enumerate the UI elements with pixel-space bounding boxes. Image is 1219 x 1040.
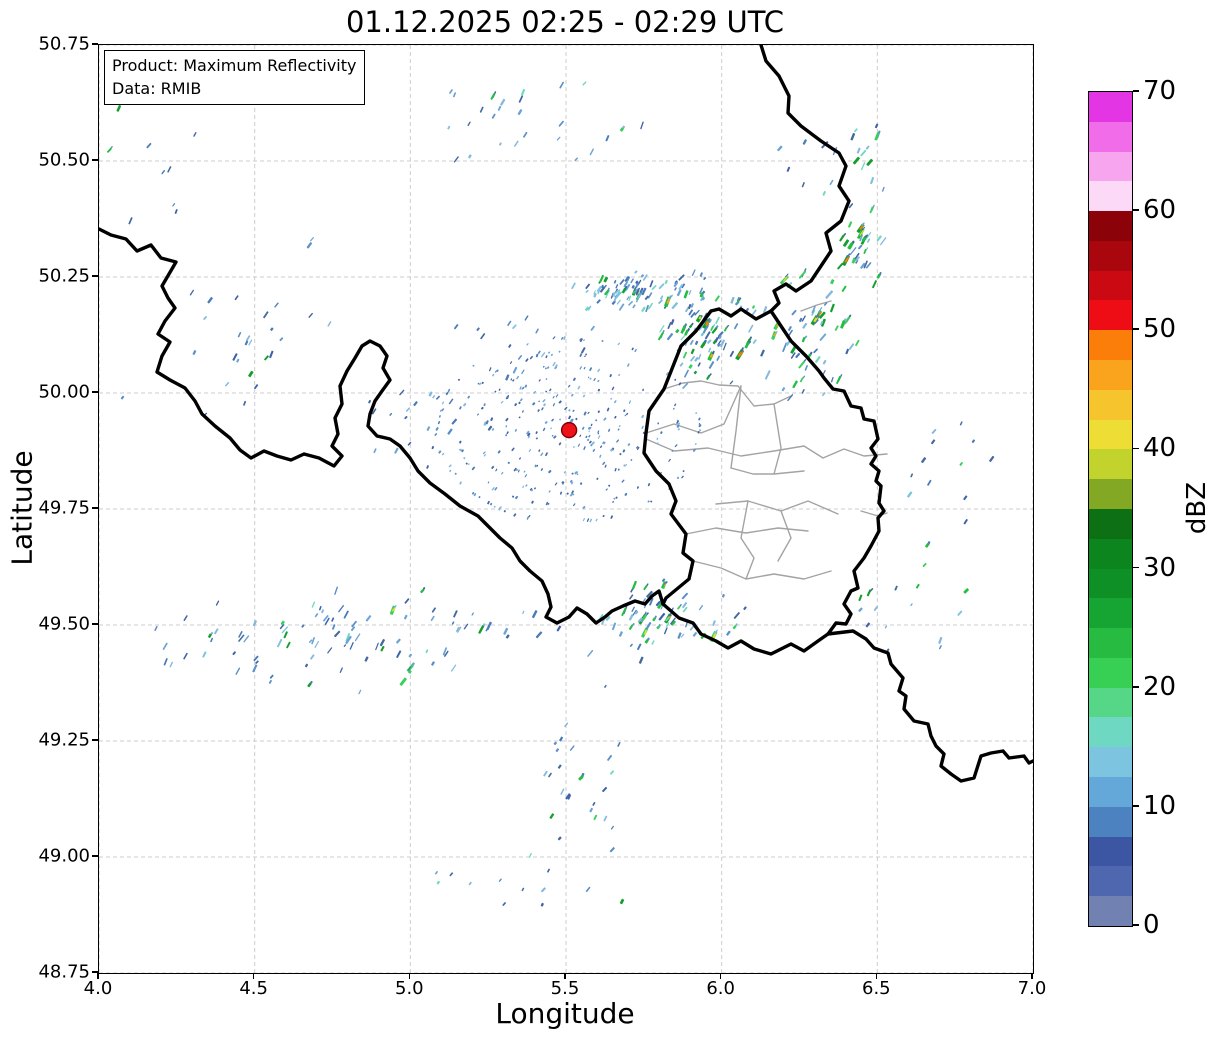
colorbar-tick-mark — [1133, 685, 1139, 688]
colorbar-tick-label: 0 — [1143, 910, 1160, 940]
colorbar-tick-label: 50 — [1143, 314, 1177, 345]
y-tick-label: 49.75 — [38, 497, 90, 519]
colorbar-segment — [1089, 568, 1132, 599]
colorbar-tick-label: 20 — [1143, 671, 1177, 702]
y-tick-label: 49.00 — [38, 845, 90, 867]
colorbar-segment — [1089, 806, 1132, 837]
colorbar-tick-label: 30 — [1143, 552, 1177, 583]
colorbar-segment — [1089, 538, 1132, 569]
colorbar-segment — [1089, 657, 1132, 688]
colorbar-tick-mark — [1133, 209, 1139, 211]
colorbar-label: dBZ — [1182, 481, 1212, 535]
colorbar-tick-mark — [1133, 924, 1139, 926]
colorbar-tick-label: 10 — [1143, 790, 1177, 821]
x-axis-label: Longitude — [495, 997, 635, 1030]
colorbar-tick-mark — [1133, 447, 1139, 450]
colorbar-segment — [1089, 866, 1132, 897]
x-tick-label: 6.5 — [862, 978, 891, 999]
data-source-line: Data: RMIB — [112, 79, 202, 99]
product-info-line: Product: Maximum Reflectivity — [112, 56, 357, 75]
colorbar-segment — [1089, 300, 1132, 331]
radar-map-canvas — [99, 45, 1033, 973]
colorbar-segment — [1089, 628, 1132, 658]
colorbar-segment — [1089, 508, 1132, 539]
y-tick-mark — [92, 507, 98, 509]
radar-figure: 01.12.2025 02:25 - 02:29 UTC Product: Ma… — [0, 0, 1219, 1040]
colorbar-segment — [1089, 836, 1132, 867]
figure-title: 01.12.2025 02:25 - 02:29 UTC — [345, 5, 785, 39]
colorbar-tick-mark — [1133, 805, 1139, 807]
colorbar-segment — [1089, 330, 1132, 361]
colorbar-segment — [1089, 449, 1132, 480]
colorbar-tick-label: 70 — [1143, 76, 1177, 106]
x-tick-label: 5.5 — [550, 978, 580, 999]
colorbar-tick-label: 40 — [1143, 433, 1177, 464]
y-tick-mark — [92, 739, 98, 741]
colorbar-segment — [1089, 270, 1132, 301]
colorbar-segment — [1089, 747, 1132, 777]
colorbar-segment — [1089, 479, 1132, 509]
colorbar-segment — [1089, 211, 1132, 241]
y-tick-mark — [92, 855, 98, 857]
radar-echoes — [106, 72, 995, 907]
colorbar — [1088, 91, 1133, 927]
y-tick-label: 49.50 — [38, 613, 90, 635]
colorbar-tick-mark — [1133, 566, 1139, 569]
colorbar-segment — [1089, 92, 1132, 122]
colorbar-segment — [1089, 687, 1132, 718]
colorbar-segment — [1089, 389, 1132, 420]
colorbar-segment — [1089, 419, 1132, 450]
colorbar-segment — [1089, 240, 1132, 271]
x-tick-label: 4.5 — [239, 978, 268, 999]
colorbar-segment — [1089, 360, 1132, 390]
colorbar-segment — [1089, 896, 1132, 926]
colorbar-segment — [1089, 717, 1132, 748]
y-tick-mark — [92, 275, 98, 277]
y-tick-label: 50.25 — [38, 265, 90, 287]
x-tick-label: 6.0 — [706, 978, 735, 999]
map-plot-area — [98, 44, 1034, 974]
y-tick-mark — [92, 971, 98, 973]
colorbar-tick-label: 60 — [1143, 195, 1177, 226]
y-tick-mark — [92, 623, 98, 625]
y-tick-label: 48.75 — [38, 961, 90, 983]
colorbar-segment — [1089, 776, 1132, 807]
colorbar-tick-mark — [1133, 328, 1139, 331]
y-tick-mark — [92, 391, 98, 393]
radar-site-marker — [560, 421, 578, 439]
colorbar-tick-mark — [1133, 90, 1139, 92]
colorbar-segment — [1089, 181, 1132, 212]
y-tick-mark — [92, 43, 98, 45]
y-tick-label: 50.00 — [38, 381, 90, 403]
y-tick-mark — [92, 159, 98, 161]
colorbar-segment — [1089, 121, 1132, 152]
y-tick-label: 50.75 — [38, 33, 90, 55]
colorbar-segment — [1089, 151, 1132, 182]
y-tick-label: 49.25 — [38, 729, 90, 751]
product-info-box: Product: Maximum Reflectivity Data: RMIB — [104, 50, 366, 106]
graticule-gridlines — [99, 45, 1033, 973]
colorbar-segment — [1089, 598, 1132, 629]
y-tick-label: 50.50 — [38, 149, 90, 171]
x-tick-label: 5.0 — [395, 978, 424, 999]
x-tick-label: 7.0 — [1017, 978, 1047, 999]
